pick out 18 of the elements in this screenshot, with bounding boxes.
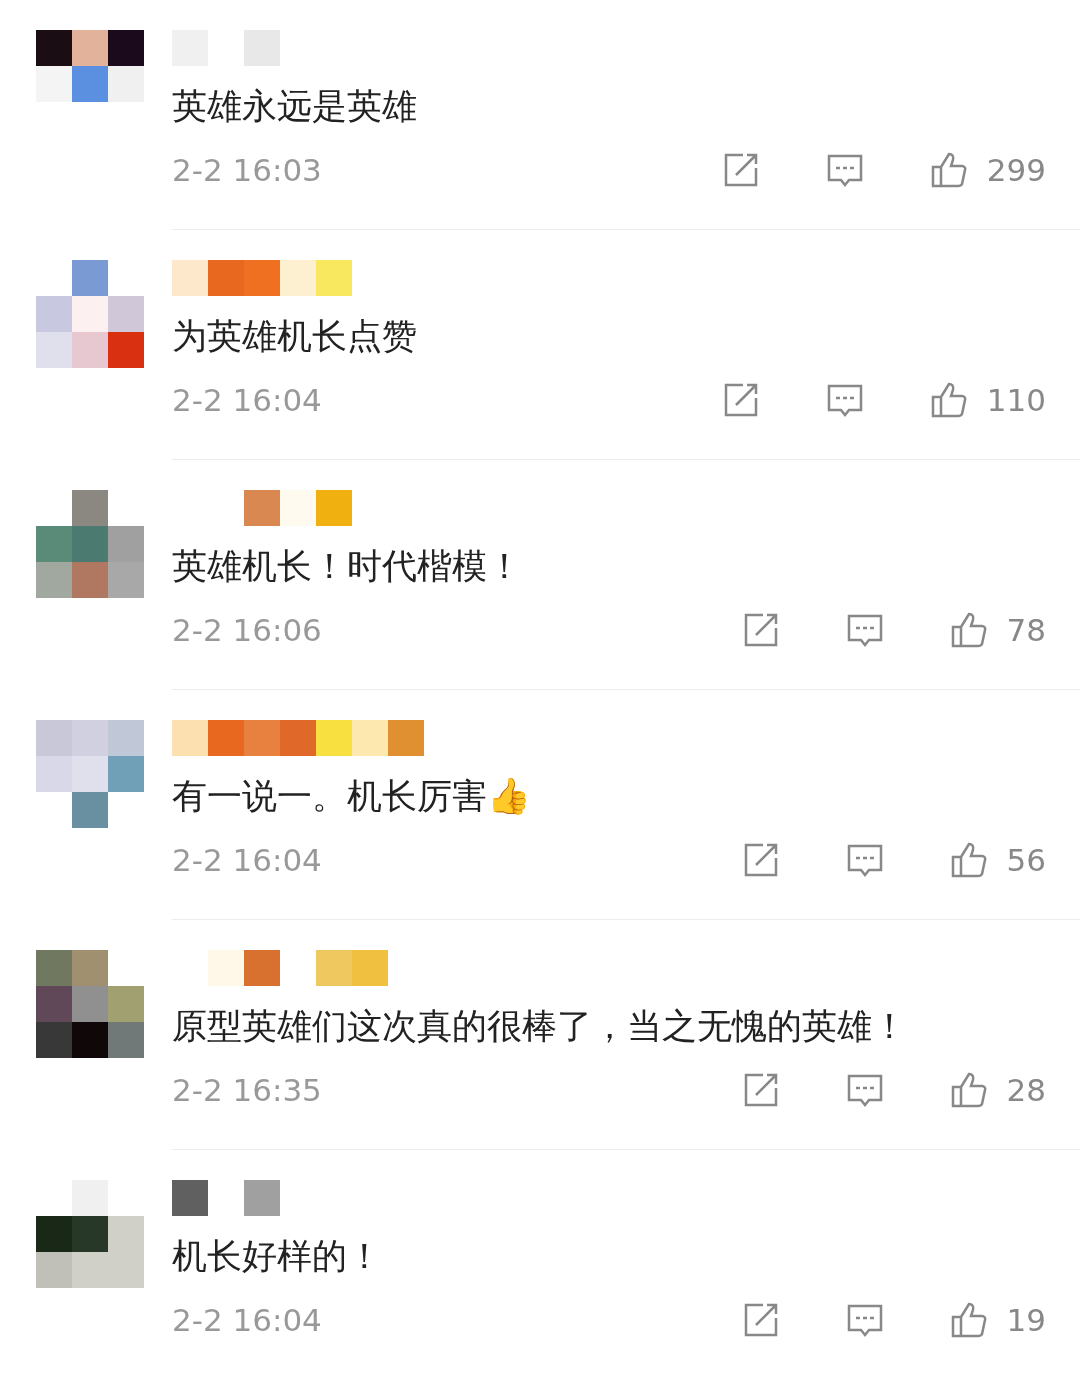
comment-time: 2-2 16:03 (172, 152, 323, 188)
like-count: 28 (1006, 1072, 1046, 1108)
like-count: 56 (1006, 842, 1046, 878)
like-count: 110 (986, 382, 1046, 418)
comment-time: 2-2 16:35 (172, 1072, 323, 1108)
like-count: 19 (1006, 1302, 1046, 1338)
comment-text: 机长好样的！ (172, 1235, 383, 1278)
like-count: 299 (986, 152, 1046, 188)
comment-time: 2-2 16:04 (172, 842, 323, 878)
comment-text: 英雄永远是英雄 (172, 85, 418, 128)
comment-text: 原型英雄们这次真的很棒了，当之无愧的英雄！ (172, 1005, 908, 1048)
like-count: 78 (1006, 612, 1046, 648)
comment-text: 为英雄机长点赞 (172, 315, 418, 358)
comment-time: 2-2 16:06 (172, 612, 323, 648)
comment-time: 2-2 16:04 (172, 1302, 323, 1338)
comment-text: 英雄机长！时代楷模！ (172, 545, 523, 588)
comment-time: 2-2 16:04 (172, 382, 323, 418)
comment-text: 有一说一。机长厉害👍 (172, 775, 532, 818)
